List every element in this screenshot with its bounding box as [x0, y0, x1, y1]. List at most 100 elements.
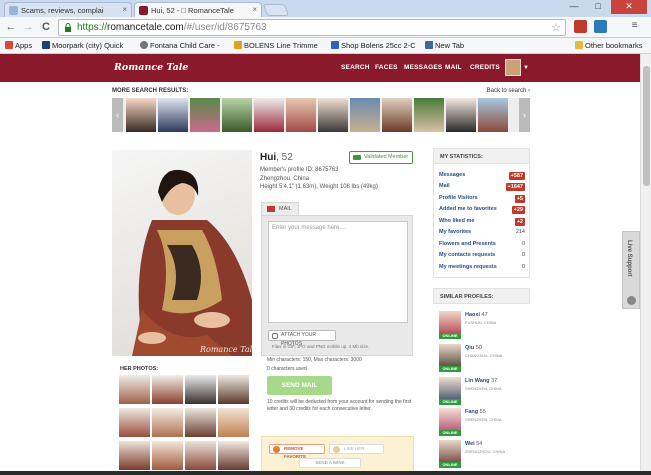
- similar-profile-name[interactable]: Lin Wang 37: [465, 378, 497, 384]
- attach-photos-button[interactable]: ATTACH YOUR PHOTOS: [268, 330, 336, 347]
- her-photo-thumbnail[interactable]: [152, 441, 183, 470]
- her-photo-thumbnail[interactable]: [218, 441, 249, 470]
- bookmark-fontana[interactable]: Fontana Child Care -: [140, 41, 220, 50]
- her-photo-thumbnail[interactable]: [119, 441, 150, 470]
- stat-value: 0: [521, 241, 525, 247]
- nav-search[interactable]: SEARCH: [341, 64, 370, 71]
- result-thumbnail[interactable]: [318, 98, 348, 132]
- result-thumbnail[interactable]: [222, 98, 252, 132]
- live-support-tab[interactable]: Live Support: [622, 231, 640, 309]
- similar-profile-item[interactable]: ONLINE Haoxi 47 FUSHUN, CHINA: [439, 311, 529, 341]
- message-textarea[interactable]: Enter your message here....: [268, 221, 408, 323]
- carousel-prev-icon[interactable]: ‹: [112, 98, 123, 132]
- menu-icon[interactable]: ≡: [628, 20, 641, 33]
- similar-profile-item[interactable]: ONLINE Fang 55 SHENZHEN, CHINA: [439, 408, 529, 438]
- result-thumbnail[interactable]: [254, 98, 284, 132]
- similar-name: Haoxi: [465, 312, 480, 318]
- similar-profile-name[interactable]: Wei 54: [465, 441, 482, 447]
- similar-profile-name[interactable]: Qiu 50: [465, 345, 482, 351]
- nav-credits[interactable]: CREDITS: [470, 64, 500, 71]
- nav-mail[interactable]: MAIL: [445, 64, 462, 71]
- like-button[interactable]: LIKE HER: [329, 444, 384, 454]
- stat-row-mail[interactable]: Mail +1647: [439, 183, 525, 193]
- browser-tab-profile[interactable]: Hui, 52 - □ RomanceTale ×: [134, 2, 262, 17]
- profile-main-photo[interactable]: [112, 150, 252, 356]
- stat-row-added-to-favorites[interactable]: Added me to favorites +29: [439, 206, 525, 216]
- stat-label: Mail: [439, 183, 450, 189]
- bookmark-apps[interactable]: Apps: [5, 41, 32, 50]
- her-photo-thumbnail[interactable]: [152, 408, 183, 437]
- result-thumbnail[interactable]: [126, 98, 156, 132]
- her-photo-thumbnail[interactable]: [152, 375, 183, 404]
- bookmark-star-icon[interactable]: ☆: [551, 21, 561, 34]
- send-mail-button[interactable]: SEND MAIL: [267, 376, 332, 395]
- bookmark-shop-bolens[interactable]: Shop Bolens 25cc 2-C: [331, 41, 416, 50]
- similar-profile-name[interactable]: Haoxi 47: [465, 312, 488, 318]
- her-photo-thumbnail[interactable]: [185, 408, 216, 437]
- forward-arrow-icon[interactable]: →: [21, 20, 35, 34]
- similar-profile-item[interactable]: ONLINE Qiu 50 CHANGSHA, CHINA: [439, 344, 529, 374]
- similar-location: FUSHUN, CHINA: [465, 320, 497, 325]
- similar-age: 47: [481, 312, 488, 318]
- close-tab-icon[interactable]: ×: [252, 5, 257, 14]
- close-window-icon[interactable]: ✕: [611, 0, 647, 14]
- similar-profile-item[interactable]: ONLINE Lin Wang 37 SHENZHEN, CHINA: [439, 377, 529, 407]
- similar-profile-name[interactable]: Fang 55: [465, 409, 486, 415]
- her-photo-thumbnail[interactable]: [218, 375, 249, 404]
- back-arrow-icon[interactable]: ←: [4, 20, 18, 34]
- similar-name: Fang: [465, 409, 479, 415]
- page-scrollbar[interactable]: [640, 54, 651, 475]
- result-thumbnail[interactable]: [382, 98, 412, 132]
- back-to-search-link[interactable]: Back to search ›: [487, 88, 530, 94]
- send-wink-button[interactable]: SEND A WINK: [299, 458, 361, 468]
- chevron-down-icon[interactable]: ▼: [523, 65, 529, 71]
- url-text: https://romancetale.com/#/user/id/867576…: [77, 22, 267, 33]
- bookmark-bolens-trimmer[interactable]: BOLENS Line Trimme: [234, 41, 318, 50]
- stat-label: My contacts requests: [439, 252, 496, 258]
- her-photo-thumbnail[interactable]: [218, 408, 249, 437]
- result-thumbnail[interactable]: [350, 98, 380, 132]
- profile-location: Zhengzhou, China: [260, 176, 310, 182]
- user-avatar[interactable]: [505, 59, 521, 76]
- her-photo-thumbnail[interactable]: [185, 375, 216, 404]
- reload-icon[interactable]: C: [39, 20, 53, 34]
- stat-row-profile-visitors[interactable]: Profile Visitors +5: [439, 195, 525, 205]
- nav-messages[interactable]: MESSAGES: [404, 64, 442, 71]
- extension-icon[interactable]: [594, 20, 607, 33]
- result-thumbnail[interactable]: [446, 98, 476, 132]
- scrollbar-thumb[interactable]: [643, 66, 650, 186]
- stat-row-flowers-presents[interactable]: Flowers and Presents 0: [439, 241, 525, 251]
- minimize-icon[interactable]: —: [563, 0, 585, 14]
- attach-note: Files in GIF, JPG and PNG mobile up. 4 M…: [272, 344, 370, 349]
- pocket-extension-icon[interactable]: [574, 20, 587, 33]
- profile-age: , 52: [276, 152, 293, 163]
- stat-row-contacts-requests[interactable]: My contacts requests 0: [439, 252, 525, 262]
- stat-row-my-favorites[interactable]: My favorites 214: [439, 229, 525, 239]
- result-thumbnail[interactable]: [158, 98, 188, 132]
- address-bar[interactable]: https://romancetale.com/#/user/id/867576…: [58, 19, 566, 36]
- stat-row-messages[interactable]: Messages +587: [439, 172, 525, 182]
- her-photo-thumbnail[interactable]: [119, 408, 150, 437]
- result-thumbnail[interactable]: [286, 98, 316, 132]
- bookmark-new-tab[interactable]: New Tab: [425, 41, 464, 50]
- result-thumbnail[interactable]: [478, 98, 508, 132]
- bookmark-moorpark[interactable]: Moorpark (city) Quick: [42, 41, 123, 50]
- carousel-next-icon[interactable]: ›: [519, 98, 530, 132]
- her-photo-thumbnail[interactable]: [185, 441, 216, 470]
- stat-row-meetings-requests[interactable]: My meetings requests 0: [439, 264, 525, 274]
- remove-favorite-button[interactable]: REMOVE FAVORITE: [269, 444, 325, 459]
- tab-mail[interactable]: MAIL: [261, 202, 299, 215]
- stat-badge: +2: [514, 218, 525, 226]
- nav-faces[interactable]: FACES: [375, 64, 398, 71]
- similar-profile-item[interactable]: ONLINE Wei 54 ZHENGZHOU, CHINA: [439, 440, 529, 470]
- result-thumbnail[interactable]: [414, 98, 444, 132]
- browser-tab-scams[interactable]: Scams, reviews, complai ×: [4, 2, 132, 17]
- close-tab-icon[interactable]: ×: [122, 5, 127, 14]
- bookmark-other[interactable]: Other bookmarks: [575, 41, 643, 50]
- new-tab-button[interactable]: [262, 4, 290, 16]
- her-photo-thumbnail[interactable]: [119, 375, 150, 404]
- site-logo[interactable]: Romance Tale: [114, 62, 188, 73]
- stat-row-who-liked-me[interactable]: Who liked me +2: [439, 218, 525, 228]
- maximize-icon[interactable]: □: [587, 0, 609, 14]
- result-thumbnail[interactable]: [190, 98, 220, 132]
